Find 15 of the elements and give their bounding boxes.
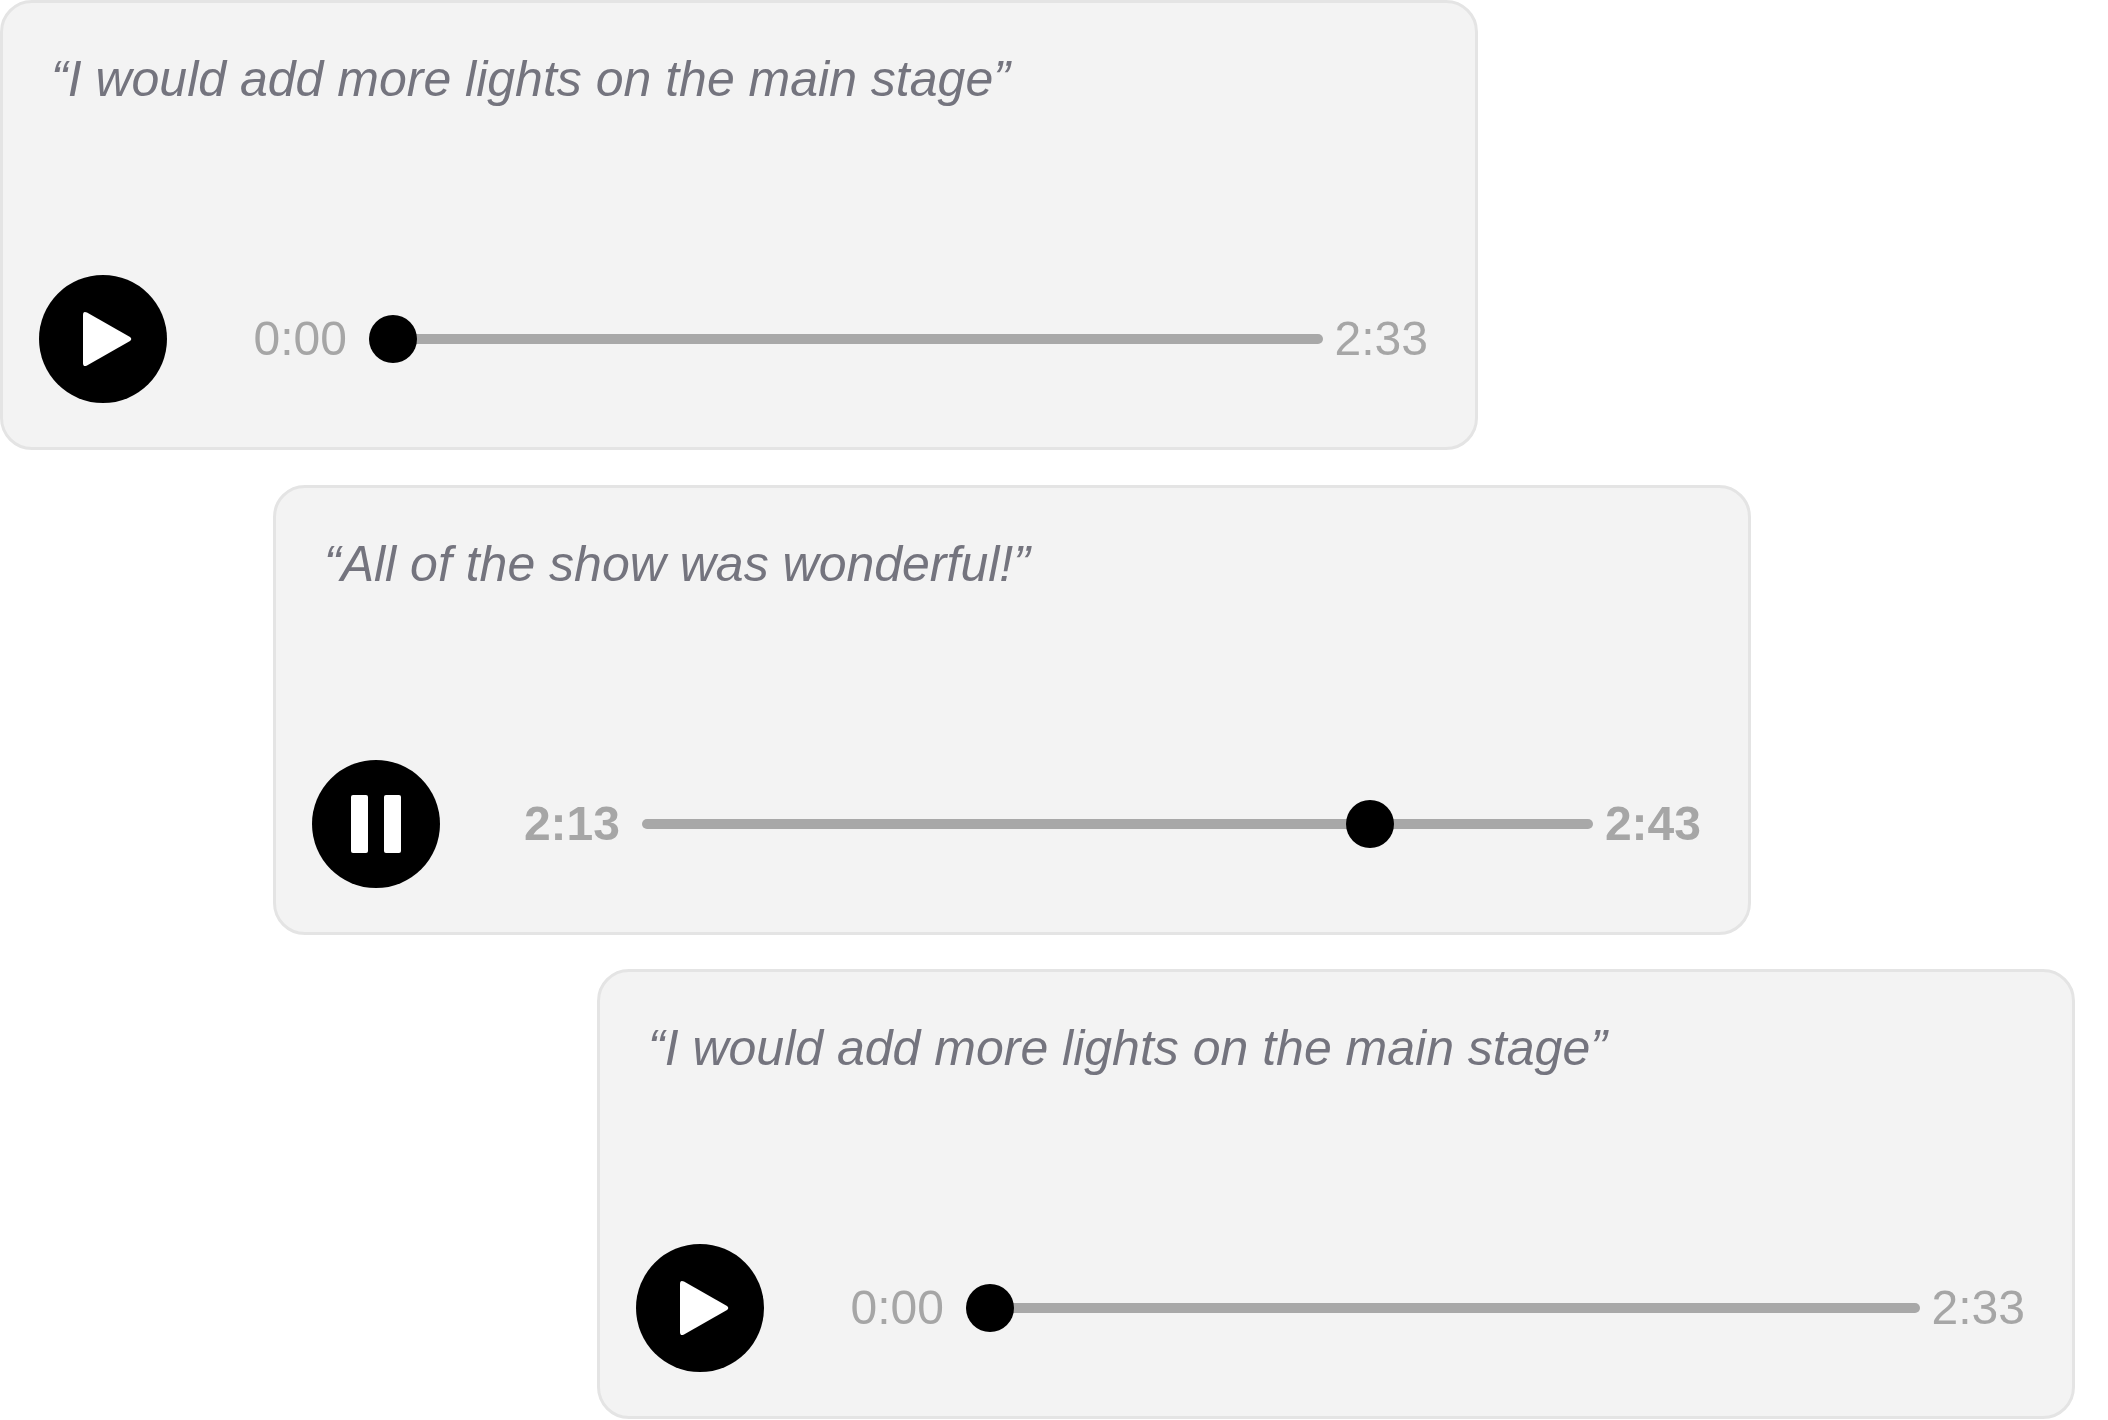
progress-thumb[interactable]: [369, 315, 417, 363]
current-time: 2:13: [522, 796, 620, 852]
current-time: 0:00: [849, 1280, 944, 1336]
quote-text: “I would add more lights on the main stage”: [51, 51, 1010, 107]
duration-time: 2:33: [1931, 1280, 2025, 1336]
play-icon: [679, 1280, 729, 1336]
current-time: 0:00: [252, 311, 347, 367]
duration-time: 2:33: [1334, 311, 1428, 367]
play-icon: [82, 311, 132, 367]
progress-thumb[interactable]: [1346, 800, 1395, 848]
quote-text: “I would add more lights on the main stage”: [648, 1020, 1607, 1076]
duration-time: 2:43: [1604, 796, 1701, 852]
quote-text: “All of the show was wonderful!”: [324, 536, 1030, 592]
pause-icon: [351, 795, 401, 853]
progress-thumb[interactable]: [966, 1284, 1014, 1332]
